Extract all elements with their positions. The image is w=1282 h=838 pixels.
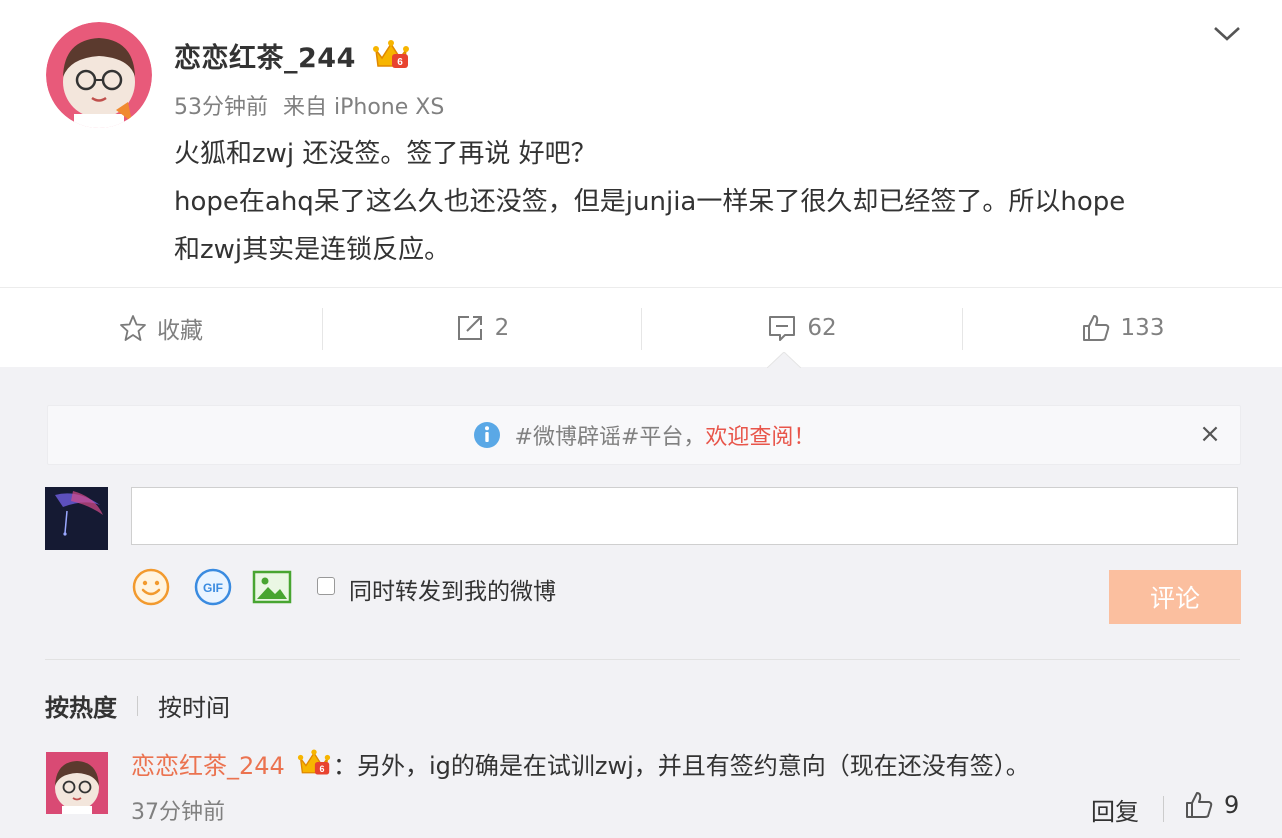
rumor-notice-banner: #微博辟谣#平台， 欢迎查阅！ × <box>47 405 1241 465</box>
post-meta: 53分钟前 来自 iPhone XS <box>174 89 452 121</box>
thumbs-up-icon <box>1186 792 1213 818</box>
favorite-label: 收藏 <box>157 318 203 344</box>
sort-by-time-tab[interactable]: 按时间 <box>158 688 230 723</box>
post-content: 火狐和zwj 还没签。签了再说 好吧？ hope在ahq呆了这么久也还没签，但是… <box>174 130 1254 274</box>
comment-input[interactable] <box>131 487 1238 545</box>
image-icon <box>252 570 292 604</box>
gif-icon: GIF <box>194 568 232 606</box>
post-line: hope在ahq呆了这么久也还没签，但是junjia一样呆了很久却已经签了。所以… <box>174 187 1126 217</box>
vip-crown-icon[interactable]: 6 <box>297 747 331 777</box>
thumbs-up-icon <box>1082 315 1109 341</box>
current-user-avatar-image <box>45 487 108 550</box>
close-icon[interactable]: × <box>1196 420 1224 448</box>
info-icon <box>473 422 500 448</box>
svg-text:6: 6 <box>320 764 325 774</box>
weibo-post-card: 恋恋红茶_244 6 53分钟前 来自 iPhone XS 火狐和zwj 还没签… <box>0 0 1282 367</box>
author-avatar-image <box>46 22 152 128</box>
post-time[interactable]: 53分钟前 <box>174 95 268 120</box>
notice-text: #微博辟谣#平台， <box>514 425 706 450</box>
section-divider <box>45 659 1240 660</box>
chevron-down-icon[interactable] <box>1212 22 1242 44</box>
active-tab-pointer <box>767 352 801 368</box>
comment-sort-tabs: 按热度 按时间 <box>45 688 230 723</box>
comment-count: 62 <box>807 315 837 341</box>
star-icon <box>120 315 146 341</box>
gif-button[interactable]: GIF <box>193 567 233 607</box>
comment-text: ：另外，ig的确是在试训zwj，并且有签约意向（现在还没有签）。 <box>333 752 1030 780</box>
comment-action-separator <box>1163 796 1164 822</box>
emoji-icon <box>132 568 170 606</box>
svg-text:GIF: GIF <box>203 581 223 595</box>
repost-count: 2 <box>494 315 510 341</box>
reply-button[interactable]: 回复 <box>1091 792 1139 827</box>
current-user-avatar <box>45 487 108 550</box>
comment-like-button[interactable]: 9 <box>1184 790 1239 820</box>
repost-checkbox[interactable] <box>317 577 335 595</box>
sort-by-hot-tab[interactable]: 按热度 <box>45 688 117 723</box>
submit-comment-button[interactable]: 评论 <box>1109 570 1241 624</box>
like-button[interactable]: 133 <box>963 288 1282 368</box>
post-source: 来自 iPhone XS <box>283 95 445 120</box>
comment-icon <box>769 316 796 341</box>
post-action-bar: 收藏 2 62 133 <box>0 287 1282 368</box>
comment-like-count: 9 <box>1224 791 1240 819</box>
comment-time: 37分钟前 <box>131 800 225 825</box>
commenter-username[interactable]: 恋恋红茶_244 <box>131 746 285 781</box>
favorite-button[interactable]: 收藏 <box>0 288 322 368</box>
vip-crown-icon[interactable]: 6 <box>372 38 410 70</box>
commenter-avatar-image <box>46 752 108 814</box>
comment-button[interactable]: 62 <box>642 288 962 368</box>
post-line: 火狐和zwj 还没签。签了再说 好吧？ <box>174 139 597 169</box>
author-username[interactable]: 恋恋红茶_244 <box>174 36 356 75</box>
repost-icon <box>457 316 482 340</box>
notice-link[interactable]: 欢迎查阅！ <box>705 419 815 451</box>
like-count: 133 <box>1120 315 1165 341</box>
author-avatar[interactable] <box>46 22 152 128</box>
image-button[interactable] <box>252 567 292 607</box>
repost-button[interactable]: 2 <box>323 288 641 368</box>
repost-checkbox-label[interactable]: 同时转发到我的微博 <box>349 572 556 606</box>
post-line: 和zwj其实是连锁反应。 <box>174 235 451 265</box>
sort-separator <box>137 695 138 716</box>
commenter-avatar[interactable] <box>46 752 108 814</box>
emoji-button[interactable] <box>131 567 171 607</box>
svg-text:6: 6 <box>397 57 403 68</box>
